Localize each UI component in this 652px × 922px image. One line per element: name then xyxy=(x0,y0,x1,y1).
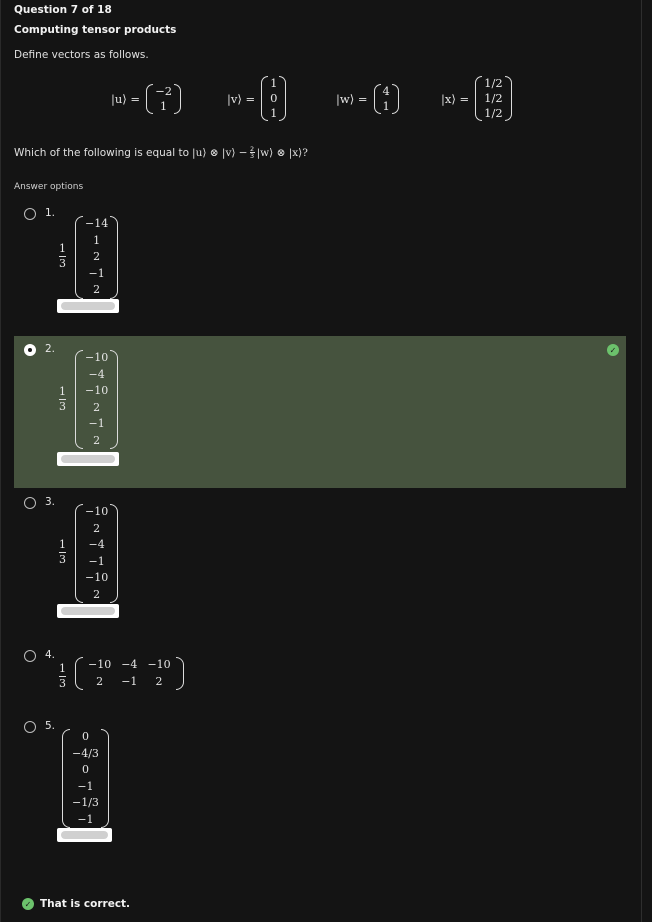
vector-entry: −4/3 xyxy=(72,746,99,760)
option-1-placeholder-bar xyxy=(57,299,119,313)
option-3-coefficient: 13 xyxy=(59,539,66,566)
vector-entry: −4 xyxy=(88,367,105,381)
question-fraction: 2 3 xyxy=(249,146,255,160)
vector-v-column: 1 0 1 xyxy=(261,76,287,121)
vector-entry: −1 xyxy=(88,266,105,280)
prompt-intro: Define vectors as follows. xyxy=(14,49,149,61)
vector-entry: 1 xyxy=(270,106,278,120)
option-5-vector: 0 −4/3 0 −1 −1/3 −1 xyxy=(62,729,109,828)
vector-entry: −4 xyxy=(88,538,105,551)
option-5-placeholder-bar xyxy=(57,828,112,842)
vector-v-label: |v⟩ = xyxy=(227,91,256,106)
matrix-entry: −4 xyxy=(121,658,138,671)
coefficient-denominator: 3 xyxy=(59,257,66,270)
vector-u-label: |u⟩ = xyxy=(111,92,141,106)
vector-entry: 2 xyxy=(93,433,101,447)
vector-w-definition: |w⟩ = 4 1 xyxy=(336,84,399,114)
vector-x-definition: |x⟩ = 1/2 1/2 1/2 xyxy=(441,76,512,121)
vector-x-column: 1/2 1/2 1/2 xyxy=(475,76,512,121)
option-2-number: 2. xyxy=(45,343,56,355)
vector-entry: −10 xyxy=(85,384,109,397)
matrix-entry: 2 xyxy=(155,674,163,688)
option-3-radio[interactable] xyxy=(24,497,36,509)
option-1-vector: −14 1 2 −1 2 xyxy=(75,216,119,299)
vector-entry: −2 xyxy=(155,84,173,98)
frame-left-border xyxy=(0,0,1,922)
frame-right-border xyxy=(641,0,642,922)
vector-entry: 1 xyxy=(93,233,101,247)
option-2-radio[interactable] xyxy=(24,344,36,356)
vector-entry: −1 xyxy=(88,554,105,568)
vector-entry: 2 xyxy=(93,400,101,414)
coefficient-numerator: 1 xyxy=(59,538,66,551)
vector-w-column: 4 1 xyxy=(373,84,399,114)
option-3-number: 3. xyxy=(45,496,56,508)
question-math-part-2: |w⟩ ⊗ |x⟩? xyxy=(256,146,308,159)
vector-entry: −1/3 xyxy=(72,796,99,809)
vector-entry: −14 xyxy=(85,217,109,230)
vector-entry: 4 xyxy=(382,84,390,98)
option-3-vector: −10 2 −4 −1 −10 2 xyxy=(75,504,119,603)
matrix-entry: −10 xyxy=(147,658,171,671)
vector-entry: 2 xyxy=(93,283,101,296)
option-5-radio[interactable] xyxy=(24,721,36,733)
matrix-entry: −10 xyxy=(88,658,112,671)
coefficient-numerator: 1 xyxy=(59,385,66,398)
coefficient-denominator: 3 xyxy=(59,400,66,413)
option-5-number: 5. xyxy=(45,720,56,732)
vector-entry: 1 xyxy=(159,99,168,113)
vector-entry: 0 xyxy=(81,763,89,776)
question-prefix: Which of the following is equal to xyxy=(14,146,190,159)
vector-entry: −10 xyxy=(85,351,109,364)
feedback-message: That is correct. xyxy=(40,898,131,910)
question-counter: Question 7 of 18 xyxy=(14,4,112,16)
option-2-placeholder-bar xyxy=(57,452,119,466)
coefficient-denominator: 3 xyxy=(59,677,66,690)
vector-entry: 1/2 xyxy=(484,106,503,120)
option-1-radio[interactable] xyxy=(24,208,36,220)
option-2-correct-check-icon: ✓ xyxy=(607,344,619,356)
vector-entry: −1 xyxy=(77,812,94,826)
option-4-radio[interactable] xyxy=(24,650,36,662)
vector-entry: 0 xyxy=(81,730,89,743)
coefficient-numerator: 1 xyxy=(59,662,66,675)
vector-entry: 2 xyxy=(93,587,101,601)
vector-u-definition: |u⟩ = −2 1 xyxy=(111,84,182,114)
option-3-placeholder-bar xyxy=(57,604,119,618)
option-4-matrix: −10 2 −4 −1 −10 2 xyxy=(75,657,184,690)
fraction-denominator: 3 xyxy=(250,152,255,160)
vector-entry: −10 xyxy=(85,505,109,518)
vector-v-definition: |v⟩ = 1 0 1 xyxy=(227,76,287,121)
answer-options-label: Answer options xyxy=(14,182,84,192)
vector-entry: −1 xyxy=(77,779,94,793)
vector-w-label: |w⟩ = xyxy=(336,92,368,106)
vector-entry: 1 xyxy=(382,99,390,113)
vector-u-column: −2 1 xyxy=(146,84,182,114)
vector-entry: 1 xyxy=(270,76,278,90)
option-2-coefficient: 13 xyxy=(59,386,66,413)
check-circle-icon: ✓ xyxy=(22,898,34,910)
vector-entry: 1/2 xyxy=(484,76,503,90)
option-1-number: 1. xyxy=(45,207,56,219)
coefficient-denominator: 3 xyxy=(59,553,66,566)
question-title: Computing tensor products xyxy=(14,24,177,36)
vector-entry: −10 xyxy=(85,571,109,584)
vector-entry: −1 xyxy=(88,417,105,430)
matrix-entry: 2 xyxy=(96,674,104,688)
option-4-coefficient: 13 xyxy=(59,663,66,690)
vector-entry: 2 xyxy=(93,521,101,535)
vector-entry: 2 xyxy=(93,250,101,263)
question-math-part-1: |u⟩ ⊗ |v⟩ − xyxy=(192,146,248,159)
question-text: Which of the following is equal to |u⟩ ⊗… xyxy=(14,146,308,160)
option-4-number: 4. xyxy=(45,649,56,661)
matrix-entry: −1 xyxy=(121,674,138,688)
vector-entry: 1/2 xyxy=(484,91,503,105)
coefficient-numerator: 1 xyxy=(59,242,66,255)
vector-entry: 0 xyxy=(270,91,278,105)
option-1-coefficient: 13 xyxy=(59,243,66,270)
vector-x-label: |x⟩ = xyxy=(441,91,470,106)
option-2-vector: −10 −4 −10 2 −1 2 xyxy=(75,350,119,449)
